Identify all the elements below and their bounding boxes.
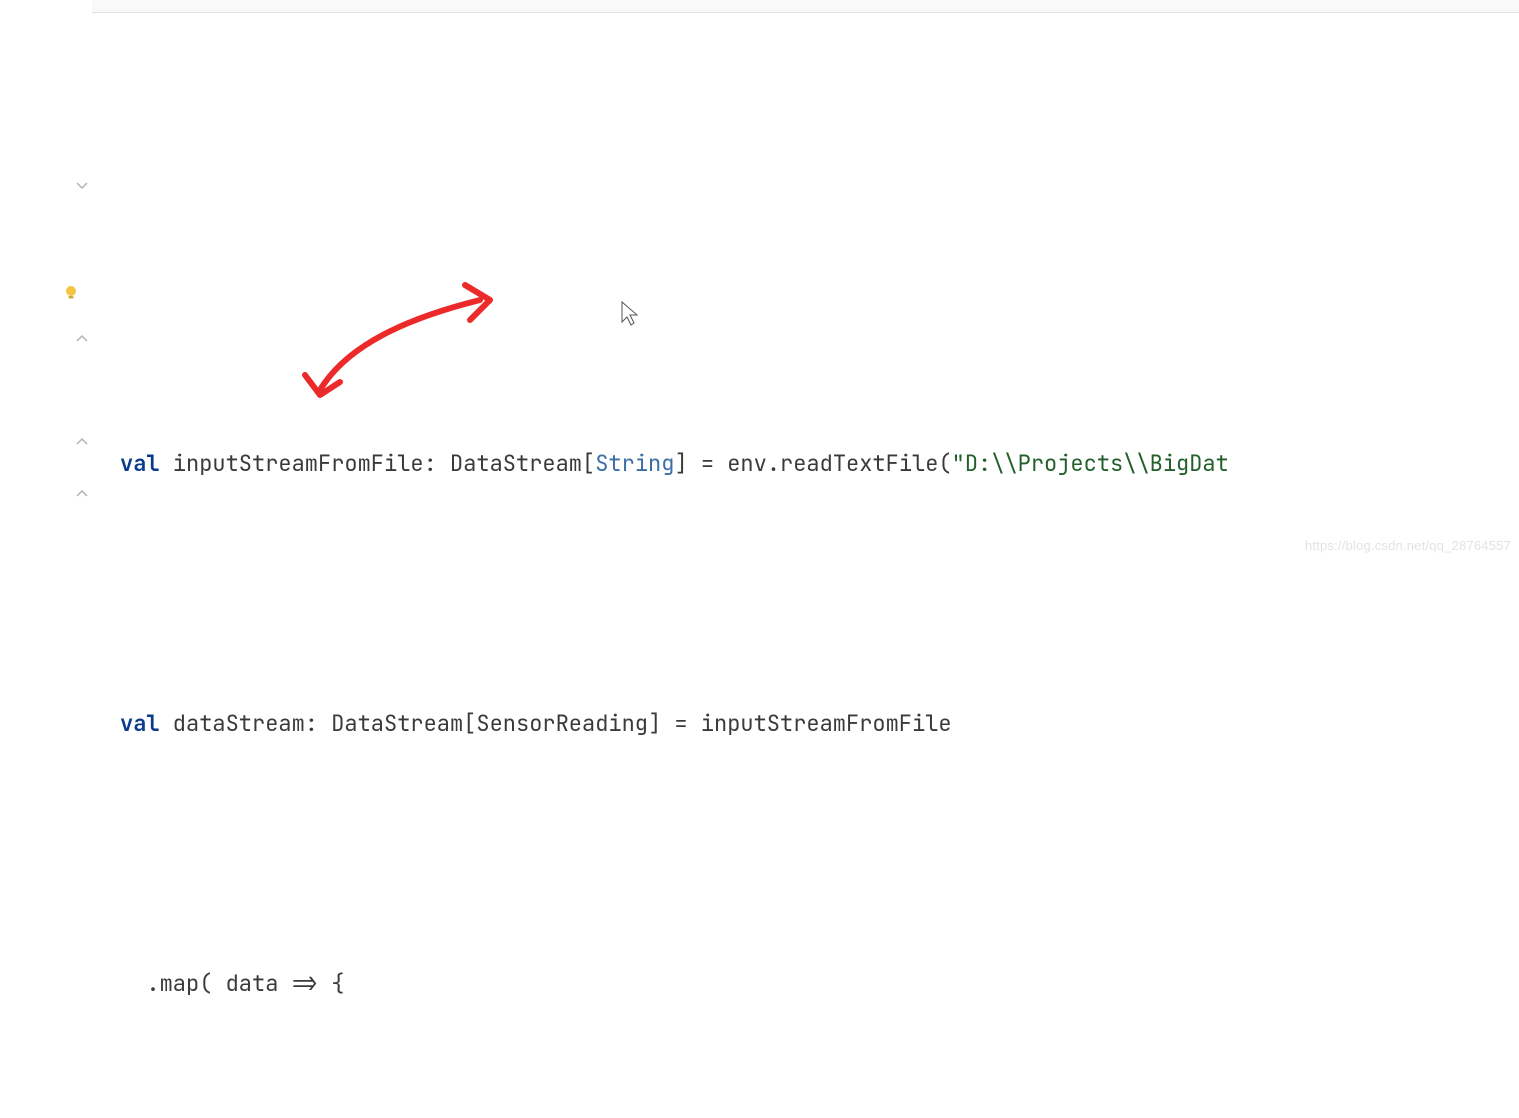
code-line[interactable] — [92, 178, 1519, 230]
code-text: ] = env.readTextFile( — [674, 438, 951, 490]
intention-bulb-icon[interactable] — [62, 280, 80, 298]
code-text: dataStream: DataStream[SensorReading] = … — [160, 698, 952, 750]
keyword: val — [120, 698, 160, 750]
type-name: String — [595, 438, 674, 490]
code-line[interactable]: .map( data => { — [92, 958, 1519, 1010]
fold-close-icon[interactable] — [75, 487, 89, 501]
fold-open-icon[interactable] — [75, 178, 89, 192]
code-area[interactable]: val inputStreamFromFile: DataStream[Stri… — [92, 0, 1519, 559]
gutter — [0, 0, 92, 559]
watermark-text: https://blog.csdn.net/qq_28764557 — [1305, 538, 1511, 553]
code-line[interactable]: val dataStream: DataStream[SensorReading… — [92, 698, 1519, 750]
keyword: val — [120, 438, 160, 490]
fold-close-icon[interactable] — [75, 332, 89, 346]
code-editor[interactable]: val inputStreamFromFile: DataStream[Stri… — [0, 0, 1519, 559]
code-line[interactable]: val inputStreamFromFile: DataStream[Stri… — [92, 438, 1519, 490]
code-text: .map( data => { — [120, 958, 344, 1010]
code-text: inputStreamFromFile: DataStream[ — [160, 438, 596, 490]
string-literal: "D:\\Projects\\BigDat — [952, 438, 1229, 490]
fold-close-icon[interactable] — [75, 435, 89, 449]
